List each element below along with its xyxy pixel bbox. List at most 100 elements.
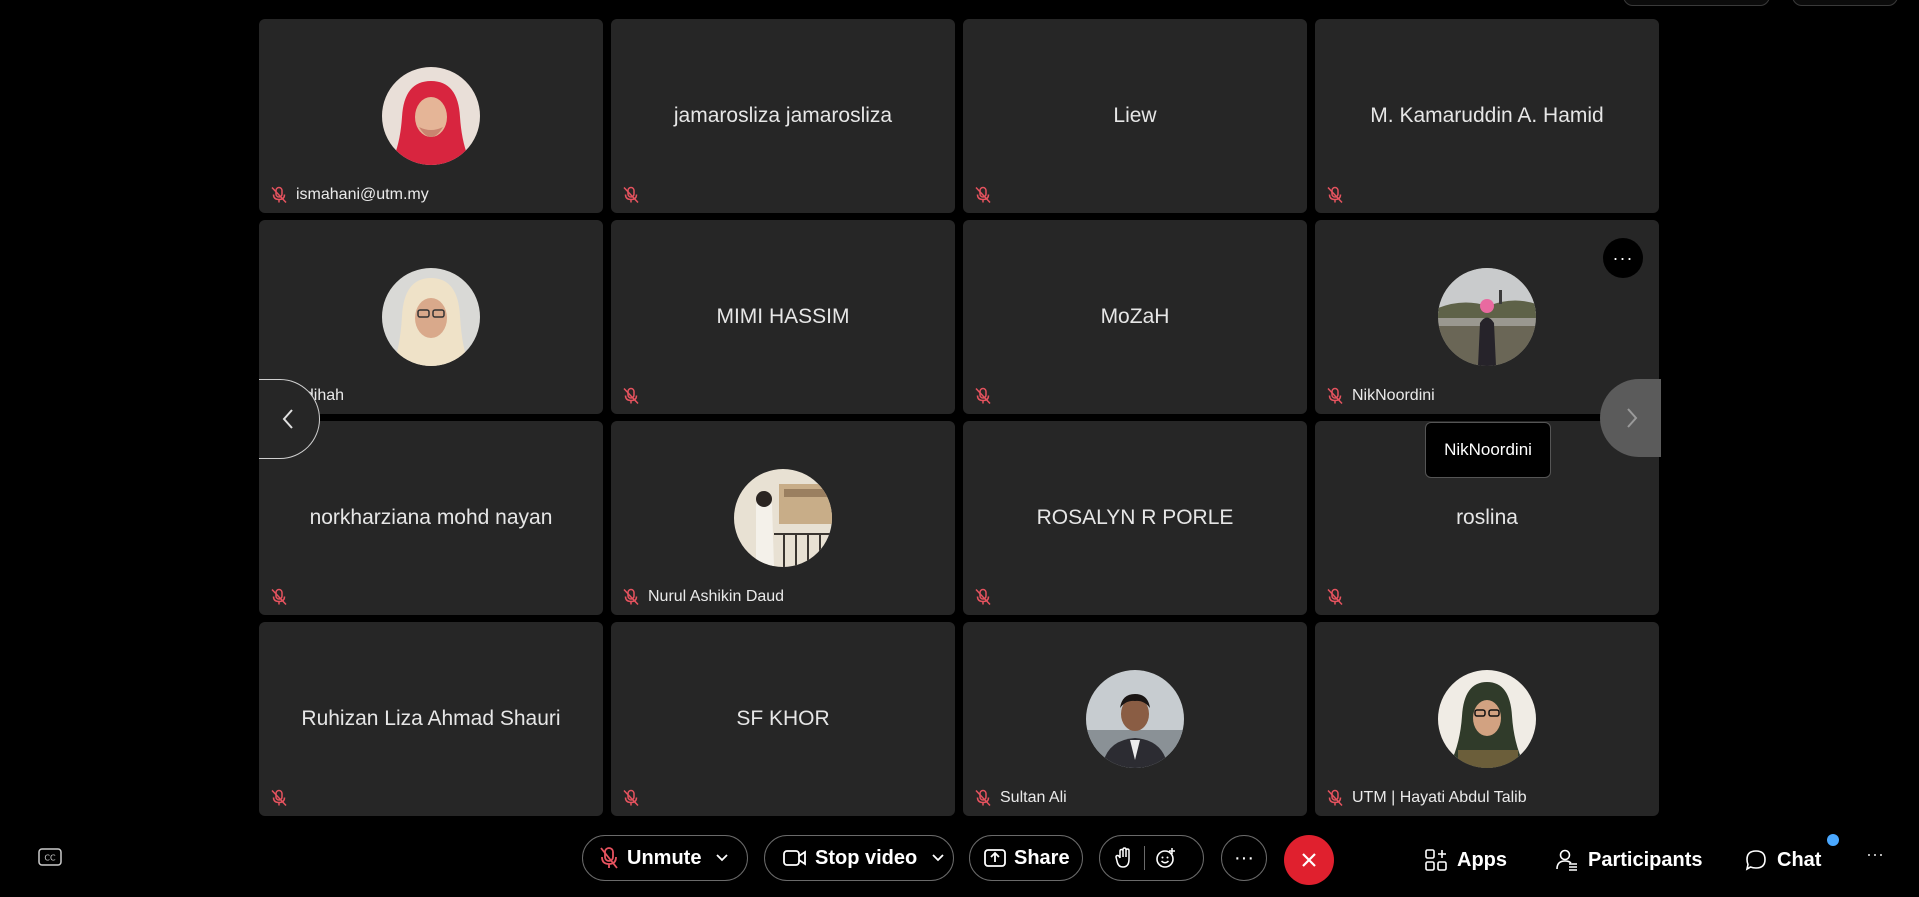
share-label: Share (1014, 846, 1070, 869)
apps-label: Apps (1457, 848, 1507, 871)
participant-tile[interactable]: adihah (259, 220, 603, 414)
participant-name-large: Liew (1113, 104, 1157, 127)
participant-name-large: SF KHOR (736, 707, 830, 730)
apps-icon (1425, 849, 1447, 871)
cc-icon: CC (38, 848, 62, 866)
microphone-muted-icon (622, 789, 640, 807)
svg-text:CC: CC (44, 854, 56, 863)
participant-avatar (382, 67, 480, 165)
participant-name-large: MIMI HASSIM (716, 305, 850, 328)
overflow-menu-button[interactable]: ··· (1866, 844, 1884, 865)
participant-name-label: Nurul Ashikin Daud (648, 588, 785, 605)
microphone-muted-icon (1326, 789, 1344, 807)
microphone-muted-icon (974, 588, 992, 606)
tile-more-options-button[interactable]: ··· (1603, 238, 1643, 278)
participant-avatar (1438, 670, 1536, 768)
participant-name-label: ismahani@utm.my (296, 186, 429, 203)
participant-footer (622, 185, 640, 205)
participant-footer (622, 788, 640, 808)
more-options-button[interactable]: ··· (1221, 835, 1267, 881)
participant-tile[interactable]: UTM | Hayati Abdul Talib (1315, 622, 1659, 816)
participant-tile[interactable]: SF KHOR (611, 622, 955, 816)
participant-footer (974, 587, 992, 607)
participant-avatar (1438, 268, 1536, 366)
overflow-label: ··· (1866, 844, 1884, 864)
participant-name-large: norkharziana mohd nayan (309, 506, 553, 529)
microphone-muted-icon (974, 387, 992, 405)
leave-meeting-button[interactable] (1284, 835, 1334, 885)
unmute-button[interactable]: Unmute (582, 835, 748, 881)
participant-avatar (382, 268, 480, 366)
participant-tile[interactable]: ismahani@utm.my (259, 19, 603, 213)
microphone-muted-icon (974, 186, 992, 204)
microphone-muted-icon (1326, 186, 1344, 204)
participant-tile[interactable]: NikNoordini ··· (1315, 220, 1659, 414)
chat-button[interactable]: Chat (1745, 840, 1821, 880)
unmute-label: Unmute (627, 846, 702, 869)
participant-tile[interactable]: Sultan Ali (963, 622, 1307, 816)
participants-button[interactable]: Participants (1556, 840, 1702, 880)
microphone-muted-icon (622, 588, 640, 606)
participant-name-label: UTM | Hayati Abdul Talib (1352, 789, 1527, 806)
microphone-muted-icon (622, 387, 640, 405)
video-camera-icon (783, 850, 806, 866)
participant-name-label: Sultan Ali (1000, 789, 1067, 806)
microphone-muted-icon (1326, 387, 1344, 405)
participant-name-large: M. Kamaruddin A. Hamid (1370, 104, 1604, 127)
microphone-muted-icon (270, 186, 288, 204)
participant-tile[interactable]: jamarosliza jamarosliza (611, 19, 955, 213)
participant-name-large: jamarosliza jamarosliza (673, 104, 893, 127)
close-icon (1302, 853, 1316, 867)
chevron-down-icon[interactable] (931, 853, 945, 863)
participant-footer (1326, 587, 1344, 607)
share-screen-icon (984, 849, 1006, 867)
participant-footer (974, 185, 992, 205)
apps-button[interactable]: Apps (1425, 840, 1507, 880)
participant-footer: UTM | Hayati Abdul Talib (1326, 788, 1527, 808)
participant-tile[interactable]: norkharziana mohd nayan (259, 421, 603, 615)
stop-video-label: Stop video (815, 846, 918, 869)
microphone-muted-icon (1326, 588, 1344, 606)
stop-video-button[interactable]: Stop video (764, 835, 954, 881)
participants-icon (1556, 849, 1577, 871)
participant-tile[interactable]: Liew (963, 19, 1307, 213)
participant-footer (270, 788, 288, 808)
meeting-toolbar: CC Unmute Stop video Share ··· Apps Part… (0, 830, 1919, 890)
participant-name-large: Ruhizan Liza Ahmad Shauri (301, 707, 561, 730)
participant-footer (1326, 185, 1344, 205)
participant-footer: Sultan Ali (974, 788, 1067, 808)
microphone-muted-icon (270, 789, 288, 807)
microphone-muted-icon (622, 186, 640, 204)
participant-footer (270, 587, 288, 607)
participant-tile[interactable]: Nurul Ashikin Daud (611, 421, 955, 615)
participant-avatar (734, 469, 832, 567)
closed-captions-button[interactable]: CC (38, 848, 62, 866)
reactions-group (1099, 835, 1204, 881)
participant-footer: Nurul Ashikin Daud (622, 587, 784, 607)
chat-label: Chat (1777, 848, 1822, 871)
reactions-divider (1144, 846, 1145, 870)
chevron-down-icon[interactable] (715, 853, 729, 863)
participant-name-label: NikNoordini (1352, 387, 1435, 404)
participant-name-large: roslina (1456, 506, 1518, 529)
raise-hand-icon[interactable] (1114, 847, 1134, 869)
participant-tile[interactable]: MoZaH (963, 220, 1307, 414)
participant-tile[interactable]: M. Kamaruddin A. Hamid (1315, 19, 1659, 213)
participant-grid: ismahani@utm.my jamarosliza jamarosliza Li… (259, 19, 1661, 818)
participant-avatar (1086, 670, 1184, 768)
participant-name-large: MoZaH (1100, 305, 1170, 328)
chevron-right-icon (1626, 408, 1637, 428)
participant-name-tooltip: NikNoordini (1425, 422, 1551, 478)
participant-tile[interactable]: Ruhizan Liza Ahmad Shauri (259, 622, 603, 816)
microphone-muted-icon (974, 789, 992, 807)
participant-tile[interactable]: ROSALYN R PORLE (963, 421, 1307, 615)
emoji-reaction-icon[interactable] (1155, 847, 1177, 869)
participants-label: Participants (1588, 848, 1703, 871)
top-control-left[interactable] (1623, 0, 1770, 6)
top-control-right[interactable] (1792, 0, 1898, 6)
chat-notification-badge (1827, 834, 1839, 846)
chat-bubble-icon (1745, 850, 1766, 871)
participant-tile[interactable]: MIMI HASSIM (611, 220, 955, 414)
chevron-left-icon (282, 409, 293, 429)
share-button[interactable]: Share (969, 835, 1083, 881)
